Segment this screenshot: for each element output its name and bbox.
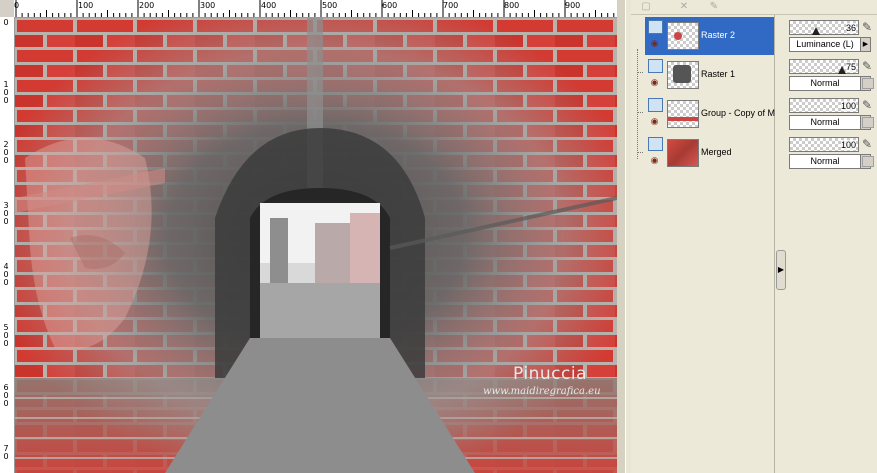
tree-connector <box>637 152 643 154</box>
lock-icon[interactable] <box>862 78 874 89</box>
image-canvas[interactable]: Pinuccia www.maidiregrafica.eu <box>15 18 617 473</box>
opacity-slider[interactable]: 100 <box>789 98 859 113</box>
brush-icon[interactable]: ✎ <box>862 21 872 33</box>
ruler-label: 0 <box>3 18 9 27</box>
blend-mode-select[interactable]: Normal <box>789 154 861 169</box>
raster-layer-icon <box>648 137 663 151</box>
ruler-label: 1 0 0 <box>3 80 9 105</box>
layer-thumbnail <box>667 22 699 50</box>
opacity-slider[interactable]: 36 <box>789 20 859 35</box>
ruler-corner <box>0 0 15 18</box>
opacity-value: 100 <box>840 140 856 150</box>
group-layer-icon <box>648 98 663 112</box>
layer-name: Raster 2 <box>701 30 736 40</box>
opacity-slider[interactable]: 100 <box>789 137 859 152</box>
eye-icon[interactable]: ◉ <box>648 156 661 165</box>
lock-icon[interactable] <box>862 117 874 128</box>
layer-name: Merged <box>701 147 732 157</box>
dropdown-arrow-icon[interactable]: ▶ <box>860 37 871 52</box>
layer-props-raster-2: 36 ✎ Luminance (L) ▶ <box>786 17 877 56</box>
raster-layer-icon <box>648 59 663 73</box>
vertical-ruler: 0 1 0 0 2 0 0 3 0 0 4 0 0 5 0 0 6 0 0 7 … <box>0 17 15 473</box>
eye-icon[interactable]: ◉ <box>648 78 661 87</box>
opacity-value: 100 <box>840 101 856 111</box>
brush-icon[interactable]: ✎ <box>862 99 872 111</box>
layer-row-raster-2[interactable]: ◉ Raster 2 <box>645 17 774 55</box>
brush-icon[interactable]: ✎ <box>862 138 872 150</box>
new-layer-icon[interactable]: ▢ <box>639 1 653 12</box>
layer-props-merged: 100 ✎ Normal ▶ <box>786 134 877 173</box>
raster-layer-icon <box>648 20 663 34</box>
layer-props-raster-1: 75 ✎ Normal ▶ <box>786 56 877 95</box>
watermark-url: www.maidiregrafica.eu <box>483 386 601 397</box>
opacity-slider[interactable]: 75 <box>789 59 859 74</box>
thumbnail-mark <box>674 32 682 40</box>
blend-mode-select[interactable]: Normal <box>789 115 861 130</box>
layer-thumbnail <box>667 100 699 128</box>
layer-name: Group - Copy of M <box>701 108 776 118</box>
layer-row-group-copy[interactable]: ◉ Group - Copy of M <box>645 95 776 133</box>
opacity-value: 36 <box>845 23 856 33</box>
tree-connector <box>637 112 643 114</box>
opacity-value: 75 <box>845 62 856 72</box>
tree-connector <box>637 49 639 159</box>
artwork <box>15 18 617 473</box>
delete-layer-icon[interactable]: ✕ <box>677 1 691 12</box>
ruler-ticks <box>15 0 615 17</box>
collapse-arrow-icon[interactable]: ▶ <box>776 250 786 290</box>
ruler-label: 7 0 <box>3 444 9 461</box>
blend-mode-select[interactable]: Normal <box>789 76 861 91</box>
eye-icon[interactable]: ◉ <box>648 117 661 126</box>
edit-icon[interactable]: ✎ <box>707 1 721 12</box>
layer-properties: 36 ✎ Luminance (L) ▶ 75 ✎ Normal ▶ 100 ✎… <box>786 15 877 473</box>
ruler-label: 3 0 0 <box>3 201 9 226</box>
layer-list: ◉ Raster 2 ◉ Raster 1 ◉ Group - Copy of … <box>631 15 775 473</box>
layers-toolbar: ▢ ✕ ✎ <box>631 0 877 15</box>
ruler-label: 6 0 0 <box>3 383 9 408</box>
ruler-label: 4 0 0 <box>3 262 9 287</box>
ruler-label: 2 0 0 <box>3 140 9 165</box>
brush-icon[interactable]: ✎ <box>862 60 872 72</box>
layer-props-group: 100 ✎ Normal ▶ <box>786 95 877 134</box>
blend-mode-select[interactable]: Luminance (L) <box>789 37 861 52</box>
ruler-label: 5 0 0 <box>3 323 9 348</box>
layer-thumbnail <box>667 61 699 89</box>
opacity-slider-thumb[interactable] <box>812 27 820 35</box>
opacity-slider-thumb[interactable] <box>838 66 846 74</box>
thumbnail-mark <box>668 117 698 121</box>
lock-icon[interactable] <box>862 156 874 167</box>
layer-row-raster-1[interactable]: ◉ Raster 1 <box>645 56 774 94</box>
horizontal-ruler: 0 100 200 300 400 500 600 700 800 900 <box>14 0 617 18</box>
watermark-name: Pinuccia <box>513 364 587 384</box>
layer-name: Raster 1 <box>701 69 736 79</box>
layer-row-merged[interactable]: ◉ Merged <box>645 134 774 172</box>
layers-palette: ▢ ✕ ✎ ◉ Raster 2 ◉ Raster 1 ◉ Group - Co… <box>631 0 877 473</box>
layer-thumbnail <box>667 139 699 167</box>
tree-connector <box>637 72 643 74</box>
thumbnail-mark <box>673 65 691 83</box>
eye-icon[interactable]: ◉ <box>648 39 661 48</box>
